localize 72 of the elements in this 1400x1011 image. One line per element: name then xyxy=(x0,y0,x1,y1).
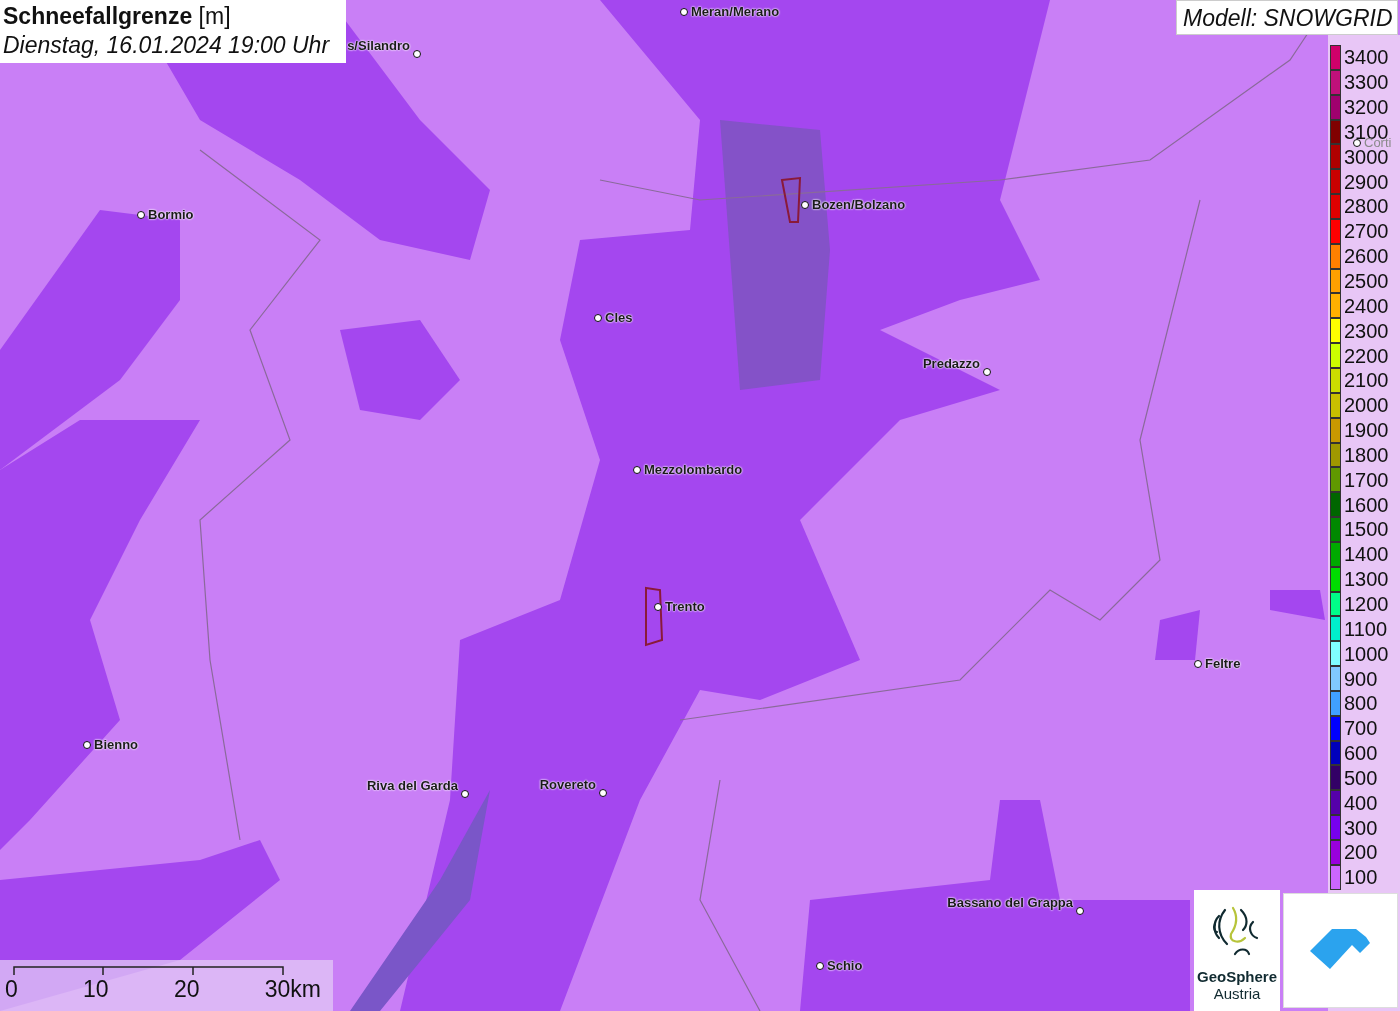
place-label: Bienno xyxy=(94,737,139,752)
scale-label: 30km xyxy=(264,976,321,1003)
place-label: Cles xyxy=(605,310,633,325)
legend-label: 800 xyxy=(1344,693,1378,714)
legend-label: 2400 xyxy=(1344,295,1389,316)
place-label: Bormio xyxy=(148,207,194,222)
legend-label: 300 xyxy=(1344,817,1378,838)
legend-label: 1100 xyxy=(1344,618,1387,639)
legend-label: 1200 xyxy=(1344,594,1389,614)
legend-label: 2300 xyxy=(1344,320,1389,341)
legend-label: 1600 xyxy=(1344,494,1389,515)
place-label: Bassano del Grappa xyxy=(947,895,1073,910)
city-outline xyxy=(780,176,802,223)
location-dot-icon xyxy=(1076,907,1084,915)
legend-label: 1700 xyxy=(1344,469,1389,490)
city-outline xyxy=(645,586,664,647)
logo-text: Austria xyxy=(1213,985,1261,1002)
legend-label: 3400 xyxy=(1344,47,1389,68)
legend-label: 700 xyxy=(1344,718,1378,739)
location-dot-icon xyxy=(137,211,145,219)
place-label: Predazzo xyxy=(922,356,980,371)
legend-label: 1900 xyxy=(1344,420,1389,441)
place-label: Riva del Garda xyxy=(366,778,458,793)
legend-label: 3200 xyxy=(1344,97,1389,118)
location-dot-icon xyxy=(599,789,607,797)
map-datetime: Dienstag, 16.01.2024 19:00 Uhr xyxy=(3,32,331,59)
location-dot-icon xyxy=(594,314,602,322)
location-dot-icon xyxy=(680,8,688,16)
legend-label: 600 xyxy=(1344,743,1378,764)
legend-label: 2500 xyxy=(1344,271,1389,291)
legend-label: 3300 xyxy=(1344,72,1389,93)
legend-label: 500 xyxy=(1344,767,1378,788)
location-dot-icon xyxy=(816,962,824,970)
legend-label: 1800 xyxy=(1344,444,1389,465)
legend-label: 900 xyxy=(1344,668,1378,689)
model-label: Modell: SNOWGRID xyxy=(1176,0,1398,35)
legend-label: 400 xyxy=(1344,792,1378,813)
place-label: Bozen/Bolzano xyxy=(812,197,906,212)
legend-label: 2800 xyxy=(1344,196,1389,217)
place-label: Rovereto xyxy=(539,777,596,792)
place-label: Feltre xyxy=(1205,656,1241,671)
location-dot-icon xyxy=(633,466,641,474)
place-label: Trento xyxy=(665,599,705,614)
location-dot-icon xyxy=(461,790,469,798)
location-dot-icon xyxy=(413,50,421,58)
legend-label: 100 xyxy=(1344,867,1378,888)
location-dot-icon xyxy=(1194,660,1202,668)
location-dot-icon xyxy=(83,741,91,749)
legend-label: 1300 xyxy=(1344,569,1389,590)
legend-label: 2600 xyxy=(1344,246,1389,267)
scale-label: 20 xyxy=(173,976,200,1003)
legend-label: 200 xyxy=(1344,842,1378,863)
place-label: Schio xyxy=(827,958,863,973)
location-dot-icon xyxy=(983,368,991,376)
place-label: s/Silandro xyxy=(347,38,410,53)
legend-label: 3000 xyxy=(1344,146,1389,167)
scale-label: 10 xyxy=(83,976,109,1003)
legend-label: 2700 xyxy=(1344,221,1389,242)
legend-label: 1000 xyxy=(1344,643,1389,664)
legend-label: 2900 xyxy=(1344,171,1389,192)
logo-text: GeoSphere xyxy=(1197,968,1277,985)
location-dot-icon xyxy=(654,603,662,611)
legend-label: 2000 xyxy=(1344,395,1389,416)
location-dot-icon xyxy=(801,201,809,209)
place-label: Mezzolombardo xyxy=(644,462,743,477)
legend-label: 2100 xyxy=(1344,370,1389,391)
legend-label: 1400 xyxy=(1344,544,1389,565)
legend-label: 2200 xyxy=(1344,345,1389,366)
legend-label: 1500 xyxy=(1344,519,1389,540)
scale-label: 0 xyxy=(5,976,18,1003)
map-title: Schneefallgrenze [m] xyxy=(3,3,232,30)
place-label: Meran/Merano xyxy=(691,4,780,19)
